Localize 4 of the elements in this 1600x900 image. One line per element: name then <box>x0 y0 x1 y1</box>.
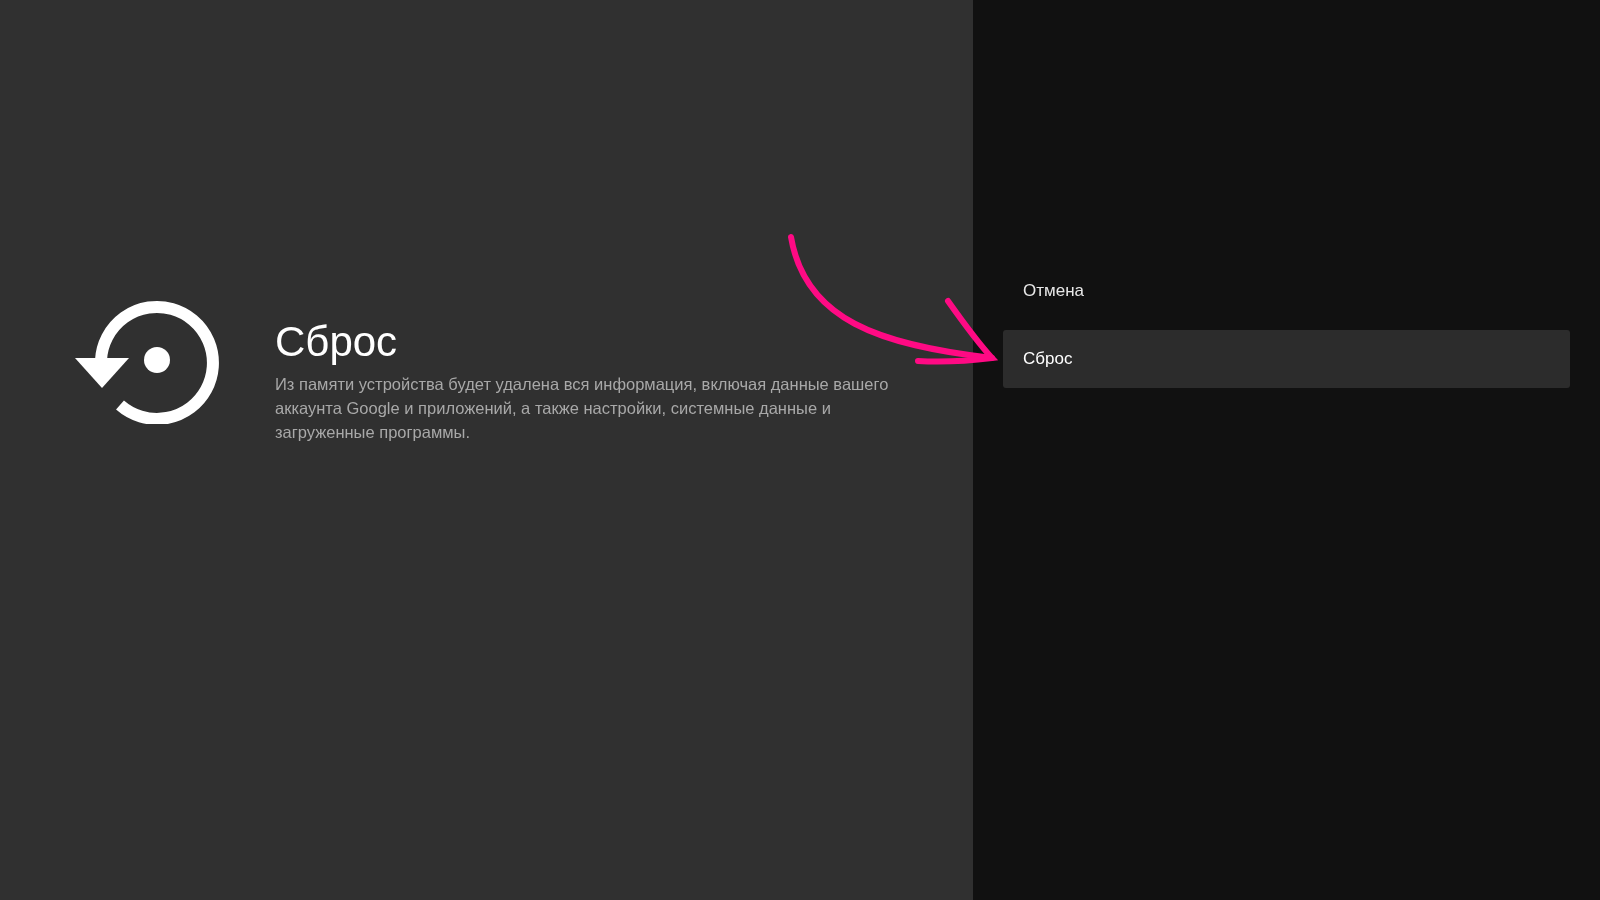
dialog-title: Сброс <box>275 318 399 366</box>
dialog-description: Из памяти устройства будет удалена вся информация, включая данные вашего аккаунта Google и приложений, а также настройки, системные данные и загруженные программы. <box>275 374 890 443</box>
action-item[interactable]: Сброс <box>1003 330 1570 388</box>
action-item[interactable]: Отмена <box>1003 262 1570 320</box>
